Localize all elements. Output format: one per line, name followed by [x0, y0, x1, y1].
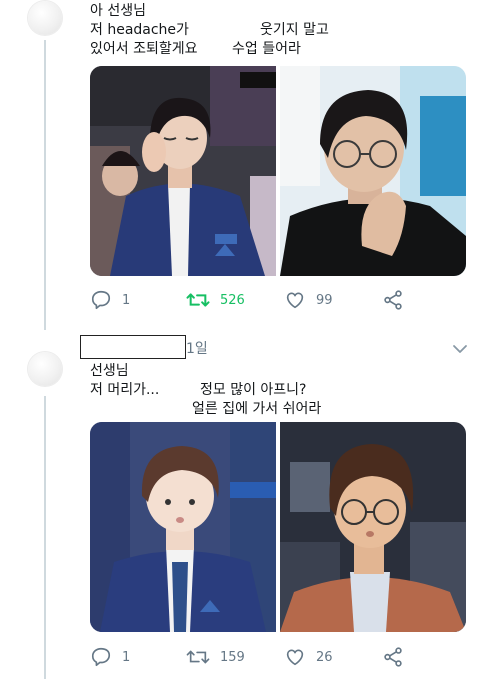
tweet-media[interactable]: [90, 422, 466, 632]
reply-icon: [90, 289, 112, 311]
text-line: 저 머리가...: [90, 382, 160, 398]
tweet-text-right: 정모 많이 아프니? 얼른 집에 가서 쉬어라: [192, 381, 321, 419]
like-count: 26: [316, 649, 333, 665]
heart-icon: [284, 289, 306, 311]
tweet-text-left: 아 선생님 저 headache가 있어서 조퇴할게요: [90, 2, 198, 59]
retweet-icon: [186, 646, 210, 668]
photo-teacher[interactable]: [280, 66, 466, 276]
retweet-count: 526: [220, 292, 245, 308]
text-line: 아 선생님: [90, 3, 146, 19]
share-button[interactable]: [382, 646, 404, 668]
share-icon: [382, 289, 404, 311]
text-line: 저 headache가: [90, 22, 189, 38]
reply-button[interactable]: 1: [90, 646, 130, 668]
more-options-button[interactable]: [452, 340, 468, 359]
avatar[interactable]: [28, 352, 62, 386]
like-button[interactable]: 99: [284, 289, 333, 311]
text-line: 정모 많이 아프니?: [200, 382, 307, 398]
thread-line-bottom: [44, 396, 46, 679]
retweet-icon: [186, 289, 210, 311]
tweet-actions: 1 526 99: [90, 288, 466, 312]
photo-student[interactable]: [90, 422, 276, 632]
avatar[interactable]: [28, 1, 62, 35]
chevron-down-icon: [452, 340, 468, 359]
text-line: 수업 들어라: [232, 41, 301, 57]
tweet-media[interactable]: [90, 66, 466, 276]
reply-count: 1: [122, 649, 131, 665]
reply-button[interactable]: 1: [90, 289, 130, 311]
reply-icon: [90, 646, 112, 668]
heart-icon: [284, 646, 306, 668]
tweet-actions: 1 159 26: [90, 645, 466, 669]
share-button[interactable]: [382, 289, 404, 311]
text-line: 있어서 조퇴할게요: [90, 41, 198, 57]
like-count: 99: [316, 292, 333, 308]
tweet-text-right: 웃기지 말고 수업 들어라: [232, 21, 329, 59]
tweet-date: 1일: [186, 341, 208, 357]
photo-student[interactable]: [90, 66, 276, 276]
text-line: 웃기지 말고: [260, 22, 329, 38]
retweet-button[interactable]: 526: [186, 289, 245, 311]
thread-line-top: [44, 40, 46, 330]
share-icon: [382, 646, 404, 668]
redacted-username: [80, 335, 186, 359]
reply-count: 1: [122, 292, 131, 308]
like-button[interactable]: 26: [284, 646, 333, 668]
text-line: 얼른 집에 가서 쉬어라: [192, 401, 322, 417]
photo-teacher[interactable]: [280, 422, 466, 632]
retweet-button[interactable]: 159: [186, 646, 245, 668]
retweet-count: 159: [220, 649, 245, 665]
text-line: 선생님: [90, 363, 129, 379]
tweet-text-left: 선생님 저 머리가...: [90, 362, 159, 400]
